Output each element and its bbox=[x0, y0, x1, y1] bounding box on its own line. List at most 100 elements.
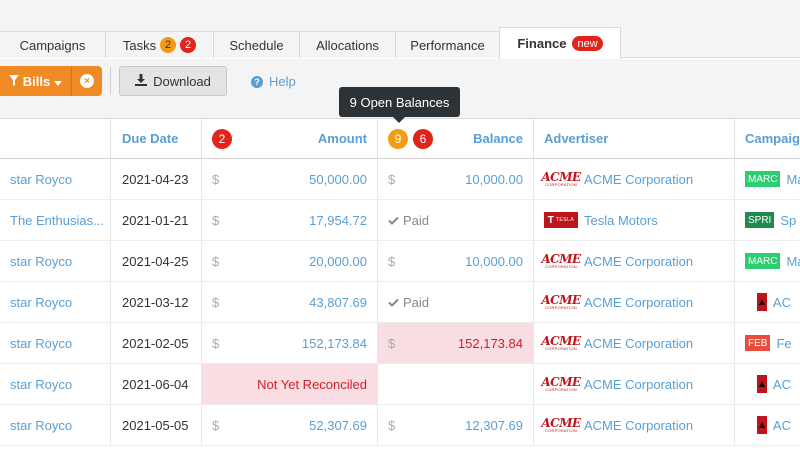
tab-finance[interactable]: Finance new bbox=[499, 27, 621, 59]
amount-value[interactable]: 43,807.69 bbox=[309, 295, 367, 310]
campaign-name[interactable]: AC bbox=[773, 418, 791, 433]
balance-value[interactable]: 10,000.00 bbox=[465, 172, 523, 187]
open-balance-badge[interactable]: 9 bbox=[388, 128, 408, 149]
campaign-cell: ▲ AC bbox=[735, 405, 800, 445]
amount-value[interactable]: 52,307.69 bbox=[309, 418, 367, 433]
balance-value[interactable]: 10,000.00 bbox=[465, 254, 523, 269]
help-label: Help bbox=[269, 74, 296, 89]
name-cell: star Royco bbox=[0, 159, 111, 199]
advertiser-link[interactable]: ACME Corporation bbox=[584, 254, 693, 269]
table-row[interactable]: star Royco 2021-04-25 $ 20,000.00 $ 10,0… bbox=[0, 241, 800, 282]
filter-icon bbox=[8, 74, 19, 89]
header-campaign[interactable]: Campaig bbox=[735, 118, 800, 159]
help-link[interactable]: ? Help bbox=[251, 74, 296, 89]
currency-symbol: $ bbox=[388, 253, 396, 269]
table-row[interactable]: star Royco 2021-02-05 $ 152,173.84 $ 152… bbox=[0, 323, 800, 364]
check-icon bbox=[388, 213, 399, 228]
advertiser-cell: ACME CORPORATION ACME Corporation bbox=[534, 241, 735, 281]
bills-label: Bills bbox=[22, 73, 51, 89]
advertiser-link[interactable]: ACME Corporation bbox=[584, 295, 693, 310]
booking-name-link[interactable]: star Royco bbox=[10, 418, 72, 433]
booking-name-link[interactable]: star Royco bbox=[10, 254, 72, 269]
campaign-name[interactable]: Ma bbox=[786, 172, 800, 187]
balance-value[interactable]: 12,307.69 bbox=[465, 418, 523, 433]
paid-status: Paid bbox=[388, 213, 429, 228]
name-cell: star Royco bbox=[0, 241, 111, 281]
amount-cell: $ 20,000.00 bbox=[202, 241, 378, 281]
currency-symbol: $ bbox=[212, 417, 220, 433]
advertiser-cell: ACME CORPORATION ACME Corporation bbox=[534, 159, 735, 199]
advertiser-cell: T TESLA Tesla Motors bbox=[534, 200, 735, 240]
campaign-tag: MARC bbox=[745, 253, 781, 269]
currency-symbol: $ bbox=[212, 171, 220, 187]
bills-filter-button[interactable]: Bills × bbox=[0, 66, 102, 96]
advertiser-link[interactable]: ACME Corporation bbox=[584, 336, 693, 351]
balance-cell: Paid bbox=[378, 282, 534, 322]
paid-label: Paid bbox=[403, 212, 430, 228]
amount-cell: Not Yet Reconciled bbox=[202, 364, 378, 404]
tasks-count-badge: 2 bbox=[160, 37, 177, 53]
header-due-date[interactable]: Due Date bbox=[111, 118, 202, 159]
tab-performance[interactable]: Performance bbox=[395, 31, 500, 58]
tab-allocations[interactable]: Allocations bbox=[299, 31, 396, 58]
due-date-value: 2021-03-12 bbox=[122, 294, 189, 310]
tesla-logo: T TESLA bbox=[544, 212, 578, 228]
currency-symbol: $ bbox=[212, 335, 220, 351]
amount-value[interactable]: 17,954.72 bbox=[309, 213, 367, 228]
campaign-name[interactable]: Sp bbox=[780, 213, 796, 228]
campaign-logo: ▲ bbox=[757, 375, 767, 393]
campaign-name[interactable]: Ma bbox=[786, 254, 800, 269]
booking-name-link[interactable]: The Enthusias... bbox=[10, 213, 104, 228]
advertiser-link[interactable]: ACME Corporation bbox=[584, 377, 693, 392]
booking-name-link[interactable]: star Royco bbox=[10, 377, 72, 392]
booking-name-link[interactable]: star Royco bbox=[10, 336, 72, 351]
paid-label: Paid bbox=[403, 294, 430, 310]
header-advertiser[interactable]: Advertiser bbox=[534, 118, 735, 159]
header-balance-label: Balance bbox=[473, 131, 523, 146]
amount-cell: $ 17,954.72 bbox=[202, 200, 378, 240]
campaign-cell: MARC Ma bbox=[735, 241, 800, 281]
table-row[interactable]: star Royco 2021-04-23 $ 50,000.00 $ 10,0… bbox=[0, 159, 800, 200]
advertiser-link[interactable]: ACME Corporation bbox=[584, 418, 693, 433]
due-date-value: 2021-04-23 bbox=[122, 171, 189, 187]
tab-tasks[interactable]: Tasks 2 2 bbox=[105, 31, 214, 58]
bills-dropdown[interactable]: Bills bbox=[0, 66, 72, 96]
amount-value[interactable]: 152,173.84 bbox=[302, 336, 367, 351]
tooltip-arrow bbox=[393, 117, 405, 123]
table-row[interactable]: star Royco 2021-03-12 $ 43,807.69 Paid A… bbox=[0, 282, 800, 323]
due-date-value: 2021-01-21 bbox=[122, 212, 189, 228]
download-button[interactable]: Download bbox=[119, 66, 227, 96]
advertiser-link[interactable]: Tesla Motors bbox=[584, 213, 658, 228]
download-label: Download bbox=[153, 73, 211, 89]
table-row[interactable]: star Royco 2021-06-04 Not Yet Reconciled… bbox=[0, 364, 800, 405]
amount-count-badge[interactable]: 2 bbox=[212, 128, 232, 149]
amount-cell: $ 52,307.69 bbox=[202, 405, 378, 445]
table-row[interactable]: star Royco 2021-05-05 $ 52,307.69 $ 12,3… bbox=[0, 405, 800, 446]
campaign-logo: ▲ bbox=[757, 416, 767, 434]
name-cell: star Royco bbox=[0, 364, 111, 404]
amount-value[interactable]: 50,000.00 bbox=[309, 172, 367, 187]
campaign-name[interactable]: AC bbox=[773, 295, 791, 310]
clear-filter-button[interactable]: × bbox=[72, 66, 102, 96]
header-balance[interactable]: 9 6 Balance bbox=[378, 118, 534, 159]
booking-name-link[interactable]: star Royco bbox=[10, 172, 72, 187]
amount-cell: $ 43,807.69 bbox=[202, 282, 378, 322]
name-cell: star Royco bbox=[0, 282, 111, 322]
booking-name-link[interactable]: star Royco bbox=[10, 295, 72, 310]
header-amount[interactable]: 2 Amount bbox=[202, 118, 378, 159]
campaign-name[interactable]: Fe bbox=[776, 336, 791, 351]
tab-schedule[interactable]: Schedule bbox=[213, 31, 300, 58]
balance-value[interactable]: 152,173.84 bbox=[458, 336, 523, 351]
acme-logo: ACME CORPORATION bbox=[541, 293, 581, 310]
amount-value[interactable]: 20,000.00 bbox=[309, 254, 367, 269]
tab-label: Performance bbox=[410, 37, 485, 53]
campaign-name[interactable]: AC bbox=[773, 377, 791, 392]
due-date-cell: 2021-04-23 bbox=[111, 159, 202, 199]
due-date-value: 2021-04-25 bbox=[122, 253, 189, 269]
advertiser-link[interactable]: ACME Corporation bbox=[584, 172, 693, 187]
acme-logo: ACME CORPORATION bbox=[541, 416, 581, 433]
overdue-balance-badge[interactable]: 6 bbox=[413, 128, 433, 149]
table-row[interactable]: The Enthusias... 2021-01-21 $ 17,954.72 … bbox=[0, 200, 800, 241]
tab-campaigns[interactable]: Campaigns bbox=[0, 31, 106, 58]
header-name[interactable] bbox=[0, 118, 111, 159]
